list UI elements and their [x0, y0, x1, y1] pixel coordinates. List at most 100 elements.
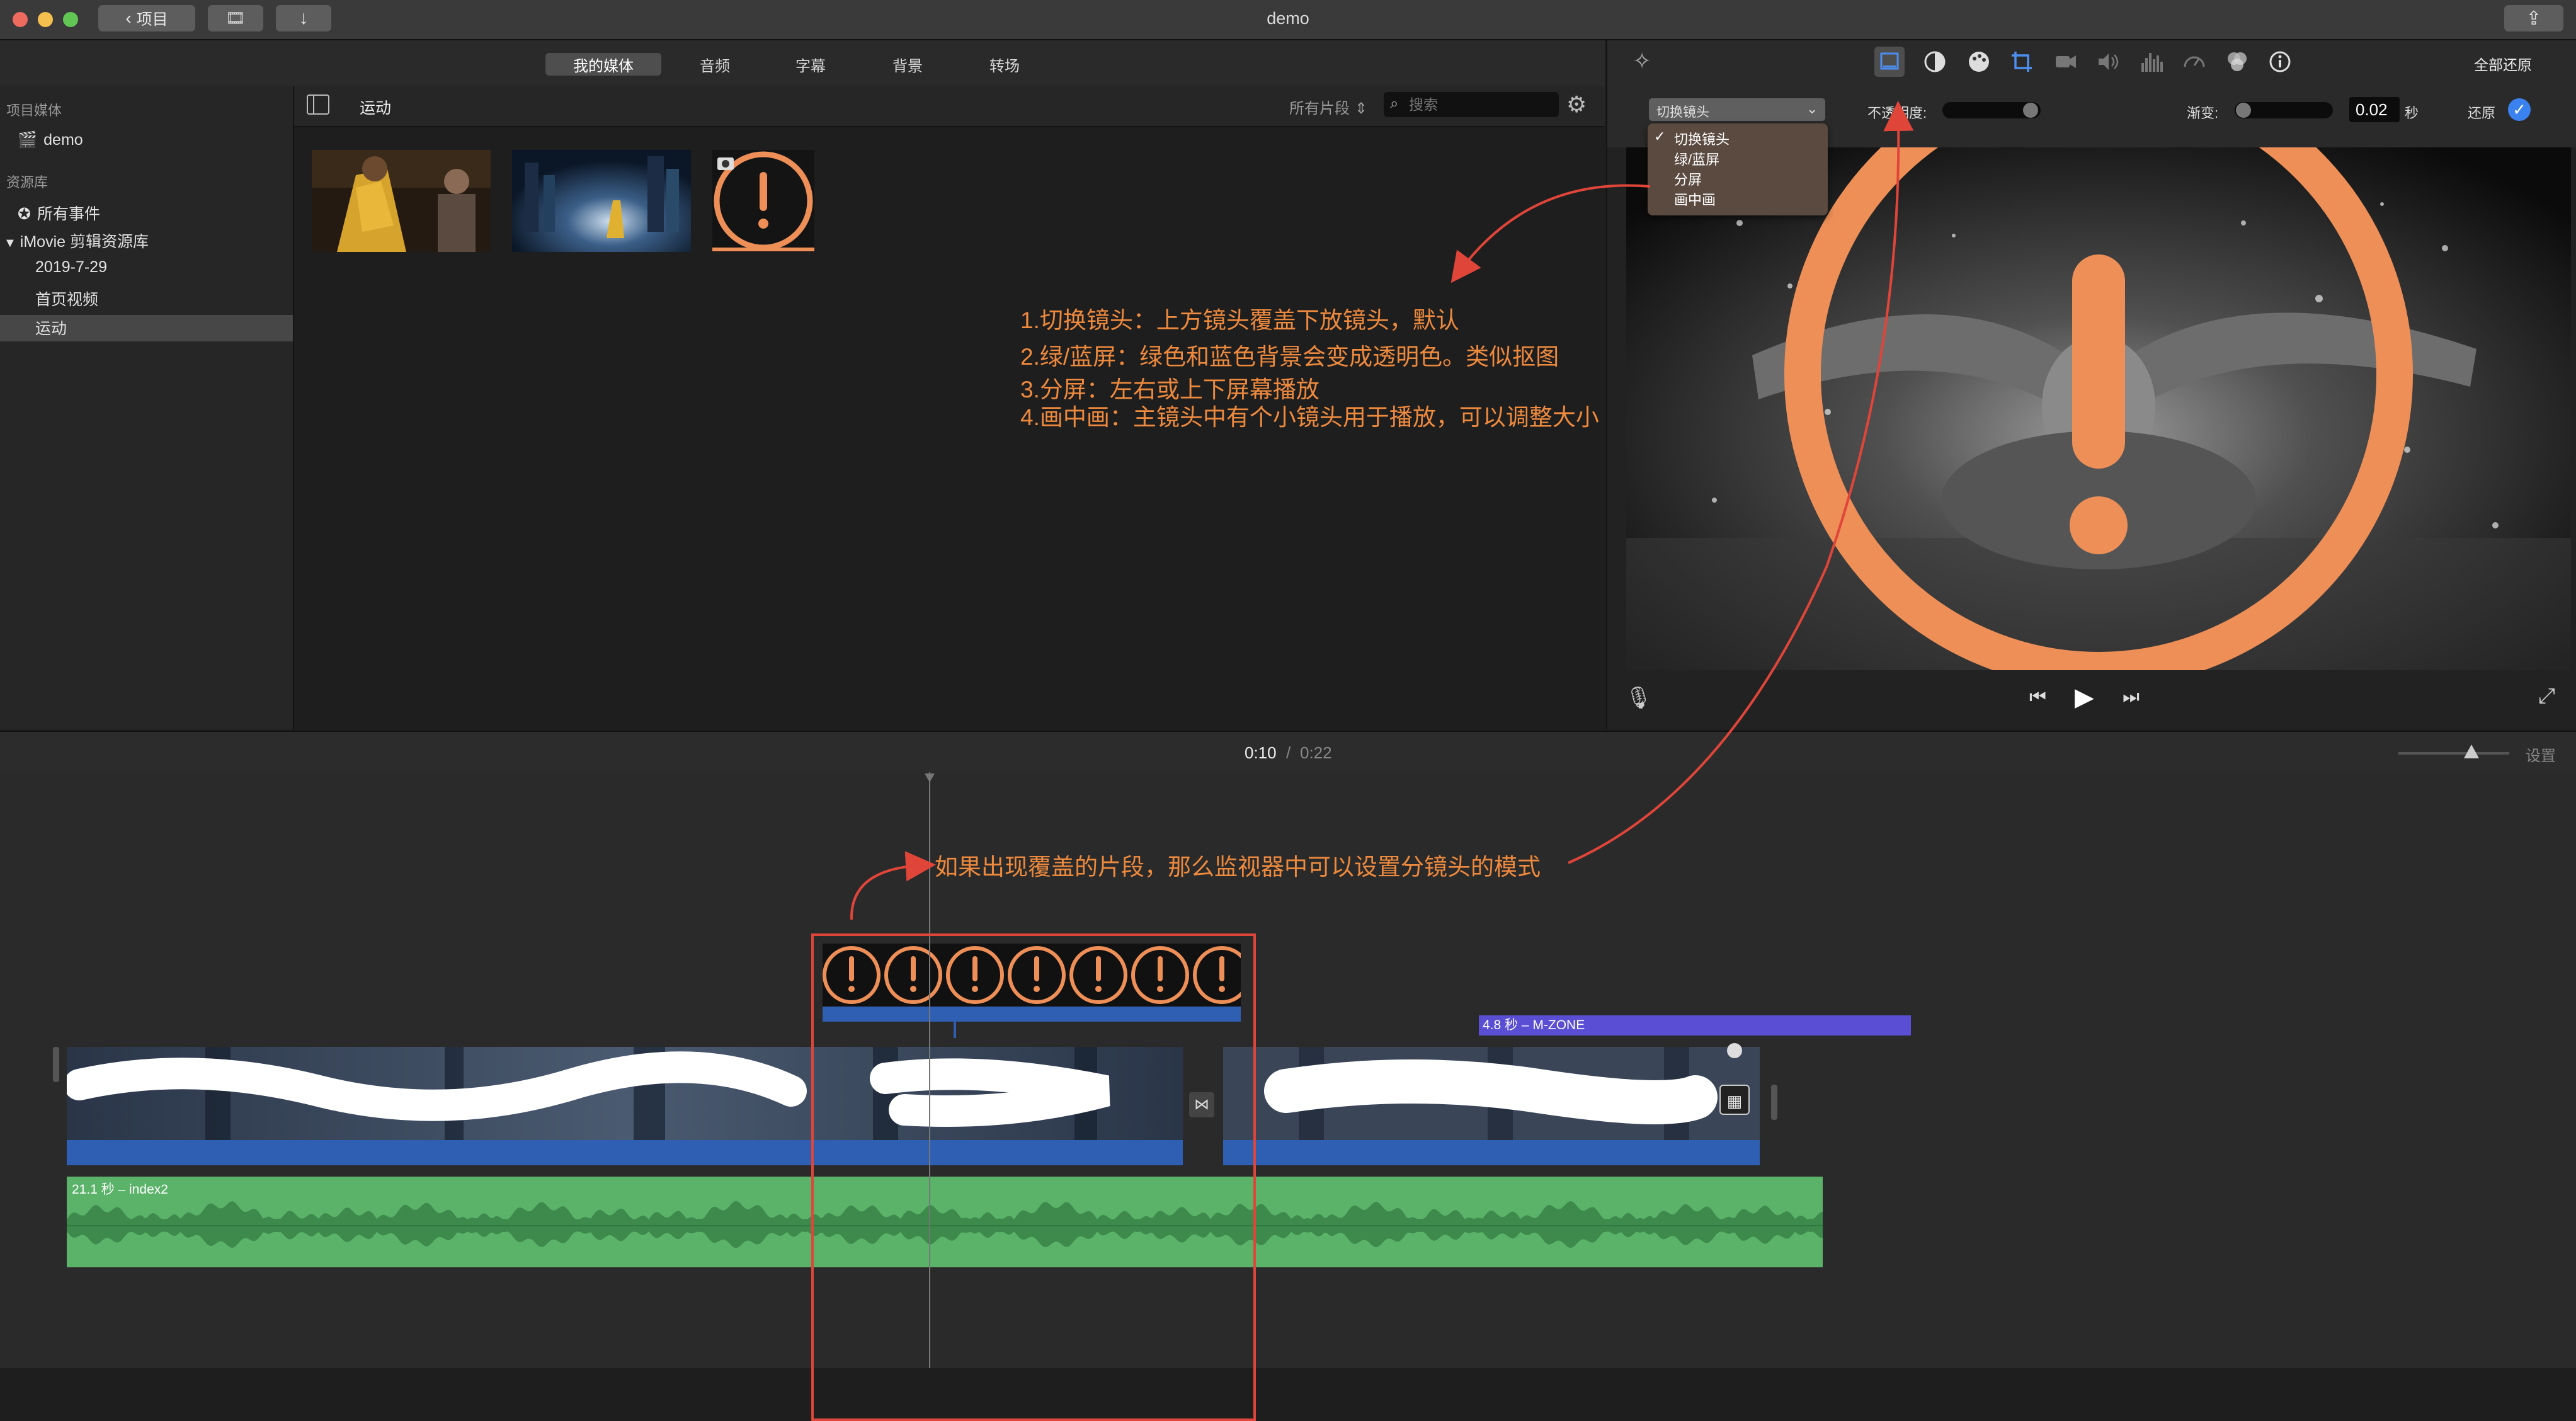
chevron-down-icon: ⌄: [1806, 101, 1818, 117]
video-clip-2-filmstrip: [1223, 1047, 1760, 1165]
apply-checkmark-button[interactable]: ✓: [2508, 98, 2531, 121]
gear-icon[interactable]: ⚙: [1566, 92, 1587, 117]
tab-titles[interactable]: 字幕: [782, 53, 839, 76]
time-separator: /: [1286, 743, 1291, 762]
browser-header: 运动 所有片段 ⇕ ⌕ ⚙: [294, 86, 1605, 127]
timeline-header: 0:10 / 0:22 设置: [0, 731, 2576, 773]
dancer-thumbnail-art: [312, 150, 491, 252]
equalizer-icon[interactable]: [2138, 48, 2165, 79]
library-name-label: iMovie 剪辑资源库: [20, 233, 149, 251]
fullscreen-icon[interactable]: ⤢: [2538, 684, 2555, 709]
annotation-line-1: 1.切换镜头：上方镜头覆盖下放镜头，默认: [1020, 307, 1459, 333]
zoom-slider-knob[interactable]: [2464, 745, 2479, 758]
timeline-right-handle[interactable]: [1771, 1085, 1777, 1120]
city-thumbnail-art: [512, 150, 691, 252]
reset-all-button[interactable]: 全部还原: [2474, 53, 2532, 74]
warning-thumbnail-art: [712, 151, 814, 251]
timeline-annotation: 如果出现覆盖的片段，那么监视器中可以设置分镜头的模式: [935, 854, 1541, 880]
all-events-label: 所有事件: [37, 205, 100, 223]
title-bar: ‹ 项目 🎞 ↓ demo ⇪: [0, 0, 2576, 40]
window-title: demo: [1267, 9, 1309, 28]
stabilization-camera-icon[interactable]: [2052, 48, 2080, 79]
clip-filmstrip-icon[interactable]: ▦: [1719, 1085, 1750, 1115]
disclosure-triangle-icon: ▼: [4, 236, 16, 250]
viewer-panel: 🎙 ⏮ ▶ ⏭ ⤢: [1606, 147, 2576, 729]
share-icon: ⇪: [2526, 8, 2542, 29]
info-icon[interactable]: [2266, 48, 2294, 79]
menu-item-split-screen[interactable]: 分屏: [1674, 169, 1702, 189]
menu-item-picture-in-picture[interactable]: 画中画: [1674, 189, 1716, 209]
preview-frame-art: [1626, 147, 2571, 670]
search-field[interactable]: ⌕: [1384, 92, 1559, 117]
filter-label: 所有片段: [1289, 100, 1350, 117]
fade-unit-label: 秒: [2405, 105, 2419, 121]
fade-duration-input[interactable]: 0.02: [2349, 97, 2400, 122]
menu-item-cutaway[interactable]: 切换镜头: [1674, 128, 1730, 149]
audio-clip-label: 21.1 秒 – index2: [72, 1182, 168, 1197]
filter-dropdown[interactable]: 所有片段 ⇕: [1289, 96, 1367, 118]
timeline-settings-button[interactable]: 设置: [2526, 743, 2556, 765]
thumbnail-city-night[interactable]: [512, 150, 691, 252]
playhead-handle[interactable]: [925, 773, 935, 782]
sidebar-item-event-2019[interactable]: 2019-7-29: [35, 258, 107, 277]
share-button[interactable]: ⇪: [2504, 5, 2563, 31]
microphone-icon[interactable]: 🎙: [1625, 685, 1652, 710]
timeline-left-handle[interactable]: [53, 1047, 59, 1082]
skip-back-icon[interactable]: ⏮: [2029, 687, 2046, 708]
media-toolbar: 我的媒体 音频 字幕 背景 转场: [0, 40, 1605, 86]
library-header: 资源库: [6, 174, 48, 190]
thumbnail-dancer[interactable]: [312, 150, 491, 252]
title-clip[interactable]: 4.8 秒 – M-ZONE: [1479, 1015, 1911, 1036]
crop-icon[interactable]: [2008, 48, 2036, 79]
sidebar-item-event-home[interactable]: 首页视频: [35, 287, 98, 310]
sidebar-toggle-icon[interactable]: [307, 94, 329, 115]
overlay-icon: [1880, 52, 1899, 70]
color-palette-icon[interactable]: [1965, 48, 1993, 79]
overlay-mode-value: 切换镜头: [1656, 105, 1709, 120]
speed-icon[interactable]: [2180, 48, 2208, 79]
tab-backgrounds[interactable]: 背景: [879, 53, 936, 76]
skip-forward-icon[interactable]: ⏭: [2123, 687, 2140, 708]
preview-monitor: [1626, 147, 2571, 670]
total-time: 0:22: [1300, 743, 1332, 762]
project-name-label: demo: [43, 131, 83, 149]
reset-button[interactable]: 还原: [2468, 102, 2495, 122]
fade-slider-knob[interactable]: [2236, 103, 2251, 118]
overlay-mode-menu: ✓ 切换镜头 绿/蓝屏 分屏 画中画: [1648, 123, 1828, 215]
project-media-header: 项目媒体: [6, 103, 62, 118]
video-clip-2[interactable]: [1223, 1047, 1760, 1165]
star-icon: ✪: [18, 205, 31, 223]
play-icon[interactable]: ▶: [2075, 683, 2094, 712]
title-connection-handle[interactable]: [1727, 1043, 1742, 1058]
menu-item-green-blue-screen[interactable]: 绿/蓝屏: [1674, 149, 1719, 169]
highlight-box: [811, 933, 1256, 1421]
sidebar-item-project[interactable]: 🎬 demo: [18, 131, 83, 149]
clapper-icon: 🎬: [18, 131, 38, 149]
search-input[interactable]: [1408, 94, 1555, 115]
title-clip-label: 4.8 秒 – M-ZONE: [1483, 1018, 1585, 1032]
thumbnail-warning[interactable]: [712, 150, 814, 252]
tab-my-media[interactable]: 我的媒体: [545, 53, 661, 76]
zoom-slider[interactable]: [2398, 745, 2509, 758]
fade-slider[interactable]: [2235, 102, 2333, 118]
volume-icon[interactable]: [2095, 48, 2123, 79]
clip-filter-icon[interactable]: [2223, 48, 2251, 79]
tab-audio[interactable]: 音频: [687, 53, 743, 76]
opacity-slider-knob[interactable]: [2023, 103, 2038, 118]
fade-label: 渐变:: [2187, 105, 2219, 121]
opacity-slider[interactable]: [1942, 102, 2041, 118]
magic-wand-icon[interactable]: ✧: [1633, 48, 1651, 74]
overlay-mode-select[interactable]: 切换镜头 ⌄: [1649, 98, 1825, 121]
library-sidebar: 项目媒体 🎬 demo 资源库 ✪ 所有事件 ▼ iMovie 剪辑资源库 2019-…: [0, 86, 294, 729]
sidebar-item-all-events[interactable]: ✪ 所有事件: [18, 202, 100, 224]
opacity-label: 不透明度:: [1867, 105, 1927, 121]
sidebar-item-event-sports[interactable]: 运动: [35, 316, 67, 339]
updown-chevron-icon: ⇕: [1355, 100, 1368, 117]
sidebar-item-library[interactable]: ▼ iMovie 剪辑资源库: [4, 229, 149, 252]
video-overlay-settings-button[interactable]: [1874, 47, 1905, 77]
timeline: 4.8 秒 – M-ZONE ⋈ ▦ 21.1 秒 – index2 如果出现覆…: [0, 772, 2576, 1421]
annotation-line-4: 4.画中画：主镜头中有个小镜头用于播放，可以调整大小: [1020, 404, 1599, 430]
search-icon: ⌕: [1390, 95, 1399, 112]
color-balance-icon[interactable]: [1921, 48, 1949, 79]
tab-transitions[interactable]: 转场: [976, 53, 1033, 76]
